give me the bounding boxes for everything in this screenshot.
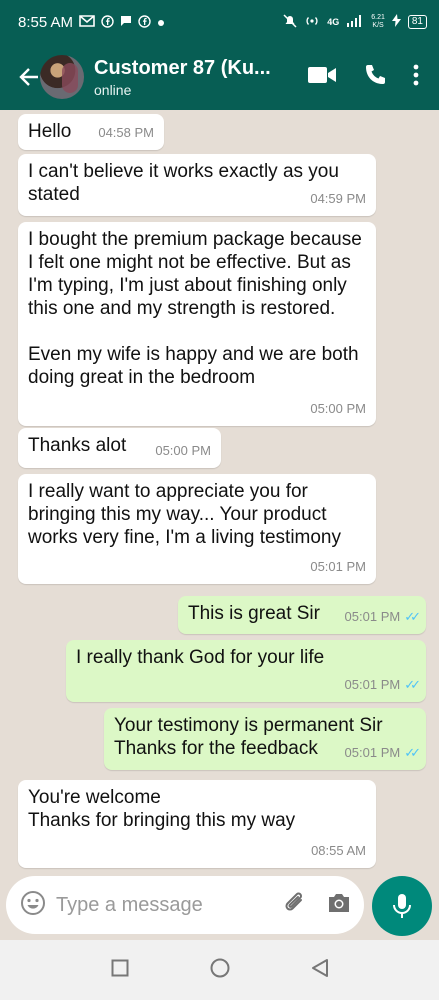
attach-button[interactable]	[282, 890, 308, 921]
emoji-icon	[21, 890, 45, 915]
double-check-icon: ✓✓	[404, 745, 421, 760]
triangle-back-icon	[311, 958, 328, 977]
camera-button[interactable]	[326, 891, 352, 920]
message-text: You're welcome Thanks for bringing this …	[28, 787, 296, 831]
message-input[interactable]	[56, 893, 256, 917]
message-time: 08:55 AM	[311, 843, 366, 858]
message-bubble-outgoing[interactable]: Your testimony is permanent Sir Thanks f…	[104, 708, 426, 770]
voice-call-button[interactable]	[363, 63, 387, 92]
microphone-icon	[393, 894, 411, 918]
more-options-button[interactable]	[413, 64, 419, 91]
battery-indicator: 81	[407, 15, 427, 29]
status-time: 8:55 AM	[18, 13, 74, 31]
net-speed-unit: K/S	[372, 22, 384, 29]
message-time: 05:01 PM	[310, 559, 366, 574]
message-time: 05:00 PM	[310, 401, 366, 416]
message-time: 05:01 PM	[344, 609, 401, 624]
message-text: I really thank God for your life	[76, 647, 325, 668]
video-call-button[interactable]	[307, 65, 337, 90]
message-bubble-outgoing[interactable]: This is great Sir 05:01 PM ✓✓	[178, 596, 426, 634]
message-time: 04:58 PM	[98, 125, 154, 140]
mute-icon	[283, 13, 297, 31]
message-composer	[6, 876, 364, 934]
message-time: 05:00 PM	[155, 443, 211, 458]
net-speed: 6.21 K/S	[371, 14, 385, 30]
facebook-icon-2	[138, 14, 151, 30]
camera-icon	[329, 893, 349, 912]
charging-icon	[391, 14, 401, 30]
message-bubble-outgoing[interactable]: I really thank God for your life 05:01 P…	[66, 640, 426, 702]
message-bubble-incoming[interactable]: I can't believe it works exactly as you …	[18, 154, 376, 216]
message-icon	[120, 15, 132, 29]
square-icon	[111, 959, 128, 976]
contact-info[interactable]: Customer 87 (Ku... online	[94, 57, 271, 98]
network-type: 4G	[327, 17, 340, 27]
emoji-button[interactable]	[20, 890, 46, 921]
notification-dot-icon	[157, 16, 165, 29]
gmail-icon	[79, 15, 95, 29]
message-bubble-incoming[interactable]: Hello 04:58 PM	[18, 114, 164, 150]
message-list[interactable]: Hello 04:58 PM I can't believe it works …	[0, 110, 439, 875]
kebab-menu-icon	[413, 64, 419, 85]
message-bubble-incoming[interactable]: I bought the premium package because I f…	[18, 222, 376, 426]
message-text: I really want to appreciate you for brin…	[28, 481, 341, 548]
video-camera-icon	[308, 66, 336, 83]
voice-record-button[interactable]	[372, 876, 432, 936]
double-check-icon: ✓✓	[404, 609, 421, 624]
system-nav-bar	[0, 940, 439, 1000]
contact-status: online	[94, 81, 132, 98]
message-time: 04:59 PM	[310, 191, 366, 206]
message-bubble-incoming[interactable]: You're welcome Thanks for bringing this …	[18, 780, 376, 868]
recents-button[interactable]	[111, 959, 129, 982]
message-text: I bought the premium package because I f…	[28, 229, 362, 388]
phone-icon	[366, 64, 385, 84]
facebook-icon	[101, 14, 114, 30]
signal-icon	[346, 14, 364, 30]
contact-avatar[interactable]	[40, 55, 84, 99]
back-button[interactable]	[4, 57, 40, 97]
status-bar: 8:55 AM 4G 6.21 K/S 81	[0, 0, 439, 44]
chat-header: Customer 87 (Ku... online	[0, 44, 439, 110]
message-time: 05:01 PM	[344, 677, 401, 692]
message-bubble-incoming[interactable]: Thanks alot 05:00 PM	[18, 428, 221, 468]
message-bubble-incoming[interactable]: I really want to appreciate you for brin…	[18, 474, 376, 584]
arrow-left-icon	[19, 68, 38, 86]
contact-name: Customer 87 (Ku...	[94, 56, 271, 79]
net-speed-value: 6.21	[371, 14, 385, 21]
circle-icon	[210, 958, 229, 977]
back-nav-button[interactable]	[311, 958, 329, 983]
message-time: 05:01 PM	[344, 745, 401, 760]
paperclip-icon	[285, 892, 302, 911]
home-button[interactable]	[210, 958, 230, 983]
hotspot-icon	[304, 15, 320, 30]
double-check-icon: ✓✓	[404, 677, 421, 692]
